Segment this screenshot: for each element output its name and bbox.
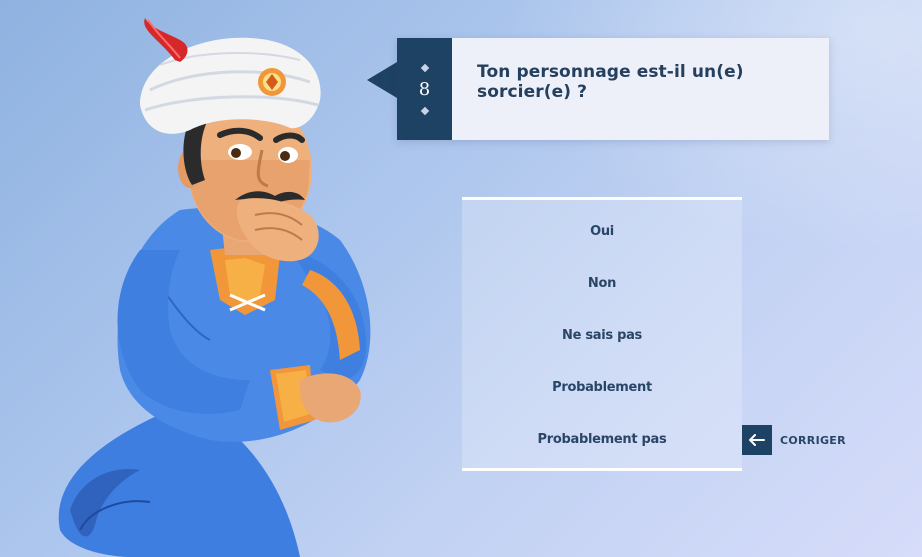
answer-oui[interactable]: Oui (462, 224, 742, 239)
question-text: Ton personnage est-il un(e) sorcier(e) ? (477, 62, 744, 102)
answer-probablement[interactable]: Probablement (462, 380, 742, 395)
question-number-panel: 8 (397, 38, 452, 140)
diamond-ornament-icon (420, 106, 429, 115)
akinator-genie-illustration (58, 18, 371, 557)
corriger-button[interactable]: CORRIGER (742, 425, 846, 455)
question-number: 8 (418, 78, 431, 100)
diamond-ornament-icon (420, 63, 429, 72)
answers-list: Oui Non Ne sais pas Probablement Probabl… (462, 197, 742, 471)
answer-ne-sais-pas[interactable]: Ne sais pas (462, 328, 742, 343)
corriger-label[interactable]: CORRIGER (780, 434, 846, 447)
arrow-left-icon[interactable] (742, 425, 772, 455)
question-pointer (367, 62, 397, 98)
answer-non[interactable]: Non (462, 276, 742, 291)
answer-probablement-pas[interactable]: Probablement pas (462, 432, 742, 447)
